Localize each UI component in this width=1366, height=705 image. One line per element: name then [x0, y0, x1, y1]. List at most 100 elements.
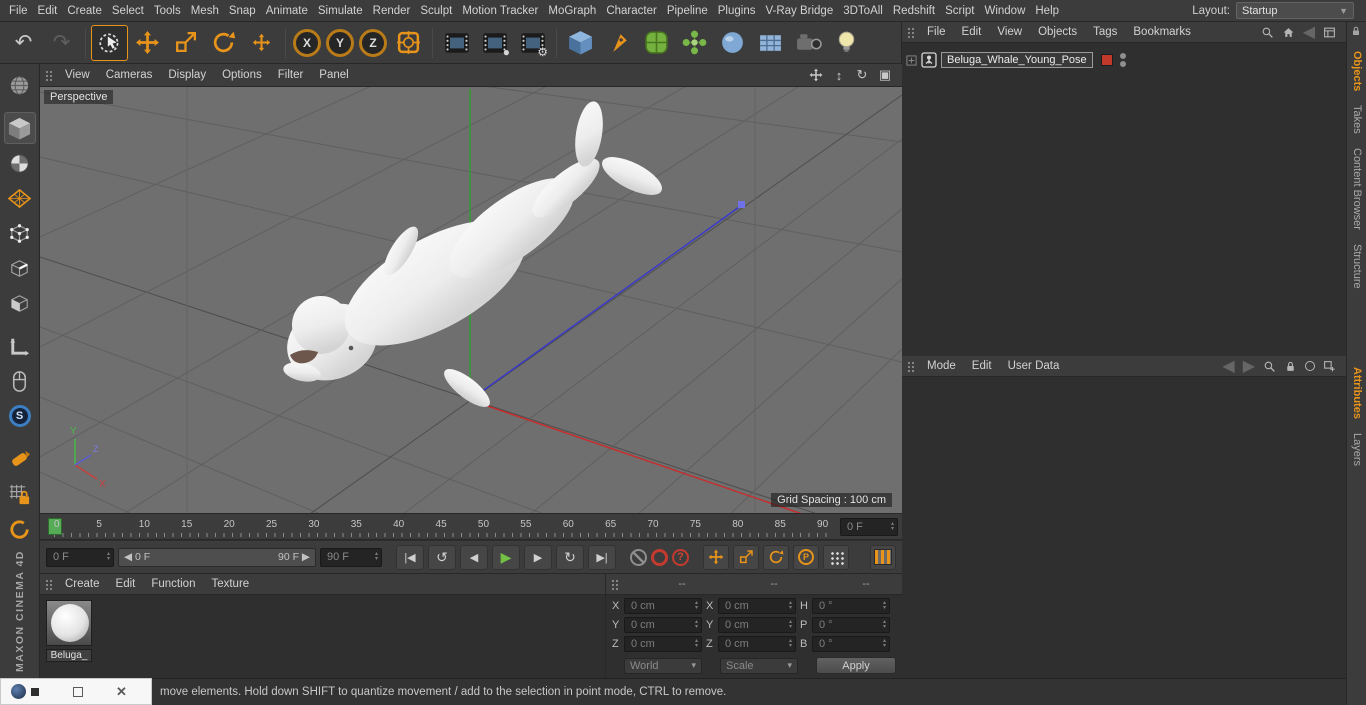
model-mode-button[interactable] [3, 112, 36, 144]
menubar-item[interactable]: Create [62, 2, 107, 20]
search-icon[interactable] [1263, 360, 1276, 373]
toggle-view-icon[interactable]: ▣ [877, 67, 893, 83]
object-manager-menu-item[interactable]: File [919, 25, 954, 39]
focus-icon[interactable] [1305, 361, 1315, 371]
texture-mode-button[interactable] [4, 147, 36, 179]
editor-visibility-dot[interactable] [1119, 53, 1126, 59]
menubar-item[interactable]: Edit [33, 2, 63, 20]
add-camera-button[interactable] [790, 25, 827, 61]
rotation-input[interactable]: 0 ° ▴ ▾ [812, 636, 890, 652]
last-used-tool-button[interactable] [243, 25, 280, 61]
visibility-dots[interactable] [1119, 53, 1126, 67]
points-mode-button[interactable] [4, 217, 36, 249]
add-light-button[interactable] [828, 25, 865, 61]
menubar-item[interactable]: Simulate [313, 2, 368, 20]
range-left-arrow-icon[interactable]: ◀ [124, 551, 132, 563]
attribute-manager-menu-item[interactable]: User Data [1000, 359, 1068, 373]
apply-button[interactable]: Apply [816, 657, 896, 674]
enable-axis-button[interactable] [4, 330, 36, 362]
right-panel-tab[interactable]: Content Browser [1351, 148, 1363, 230]
menubar-item[interactable]: Redshift [888, 2, 940, 20]
menubar-item[interactable]: Plugins [713, 2, 761, 20]
spinner-icon[interactable]: ▴ ▾ [891, 521, 894, 532]
zoom-view-icon[interactable]: ↕ [831, 67, 847, 83]
object-manager-menu-item[interactable]: Bookmarks [1125, 25, 1199, 39]
coordinate-system-button[interactable] [390, 25, 427, 61]
right-panel-tab[interactable]: Objects [1351, 51, 1363, 91]
menubar-item[interactable]: Select [107, 2, 149, 20]
redo-button[interactable]: ↷ [43, 25, 80, 61]
rotation-input[interactable]: 0 ° ▴ ▾ [812, 598, 890, 614]
spinner-icon[interactable]: ▴ ▾ [375, 551, 378, 562]
layout-select[interactable]: Startup ▼ [1236, 2, 1354, 19]
render-visibility-dot[interactable] [1119, 61, 1126, 67]
material-thumbnail[interactable] [46, 600, 92, 646]
subdivision-surface-button[interactable] [638, 25, 675, 61]
menubar-item[interactable]: File [4, 2, 33, 20]
panel-menu-icon[interactable] [1323, 26, 1336, 39]
history-back-icon[interactable]: ◀ [1222, 356, 1234, 376]
previous-frame-button[interactable]: ◀ [460, 544, 488, 570]
viewport-menu-item[interactable]: Display [160, 67, 214, 83]
spinner-icon[interactable]: ▴ ▾ [789, 619, 792, 630]
render-settings-button[interactable]: ⚙ [514, 25, 551, 61]
preview-range-slider[interactable]: ◀ 0 F 90 F ▶ [118, 547, 316, 567]
spinner-icon[interactable]: ▴ ▾ [695, 638, 698, 649]
next-key-button[interactable]: ↻ [556, 544, 584, 570]
right-panel-tab[interactable]: Layers [1351, 433, 1363, 466]
menubar-item[interactable]: Window [979, 2, 1030, 20]
material-menu-item[interactable]: Create [57, 577, 108, 591]
material-tag-chip[interactable] [1100, 54, 1113, 66]
coordinate-space-select[interactable]: World ▾ [624, 657, 702, 674]
spinner-icon[interactable]: ▴ ▾ [695, 600, 698, 611]
material-list[interactable]: Beluga_ [40, 595, 605, 678]
undo-button[interactable]: ↶ [5, 25, 42, 61]
move-tool-button[interactable] [129, 25, 166, 61]
lock-icon[interactable] [1284, 360, 1297, 373]
rotate-view-icon[interactable]: ↻ [854, 67, 870, 83]
material-name[interactable]: Beluga_ [46, 649, 92, 662]
current-frame-field[interactable]: 0 F ▴ ▾ [46, 547, 114, 567]
menubar-item[interactable]: Pipeline [662, 2, 713, 20]
viewport-menu-item[interactable]: Panel [311, 67, 356, 83]
go-to-end-button[interactable]: ▶| [588, 544, 616, 570]
size-input[interactable]: 0 cm ▴ ▾ [718, 636, 796, 652]
object-manager-menu-item[interactable]: Edit [954, 25, 990, 39]
spinner-icon[interactable]: ▴ ▾ [107, 551, 110, 562]
previous-key-button[interactable]: ↺ [428, 544, 456, 570]
window-maximize-icon[interactable] [73, 686, 83, 697]
object-tree[interactable]: Beluga_Whale_Young_Pose [902, 43, 1346, 356]
hierarchy-expand-icon[interactable] [906, 54, 917, 66]
rotation-key-button[interactable] [763, 544, 789, 570]
spinner-icon[interactable]: ▴ ▾ [695, 619, 698, 630]
panel-grip-icon[interactable] [907, 359, 916, 373]
panel-grip-icon[interactable] [45, 577, 54, 591]
panel-grip-icon[interactable] [45, 68, 54, 82]
material-menu-item[interactable]: Function [143, 577, 203, 591]
volume-builder-button[interactable] [714, 25, 751, 61]
rotation-input[interactable]: 0 ° ▴ ▾ [812, 617, 890, 633]
window-close-icon[interactable]: ✕ [116, 684, 127, 700]
menubar-item[interactable]: Character [601, 2, 662, 20]
back-arrow-icon[interactable]: ◀ [1303, 22, 1315, 42]
pan-view-icon[interactable] [808, 67, 824, 83]
workplane-lock-button[interactable] [4, 478, 36, 510]
viewport-menu-item[interactable]: Cameras [98, 67, 161, 83]
size-input[interactable]: 0 cm ▴ ▾ [718, 617, 796, 633]
parameter-key-button[interactable]: P [793, 544, 819, 570]
menubar-item[interactable]: Render [368, 2, 416, 20]
size-input[interactable]: 0 cm ▴ ▾ [718, 598, 796, 614]
timeline-frame-field[interactable]: 0 F ▴ ▾ [840, 518, 898, 536]
timeline-ruler[interactable]: 0 5 10 15 20 25 30 35 40 45 50 55 60 65 70 75 80 85 90 0 F… [40, 514, 902, 540]
new-panel-icon[interactable] [1323, 360, 1336, 373]
snap-toggle-button[interactable]: S [4, 400, 36, 432]
menubar-item[interactable]: Help [1030, 2, 1064, 20]
attribute-manager-menu-item[interactable]: Mode [919, 359, 964, 373]
live-selection-button[interactable] [91, 24, 128, 61]
tweak-mode-button[interactable] [4, 365, 36, 397]
menubar-item[interactable]: Tools [149, 2, 186, 20]
x-axis-lock-button[interactable]: X [293, 28, 321, 57]
paint-tube-button[interactable] [4, 443, 36, 475]
workplane-mode-button[interactable] [4, 182, 36, 214]
go-to-start-button[interactable]: |◀ [396, 544, 424, 570]
